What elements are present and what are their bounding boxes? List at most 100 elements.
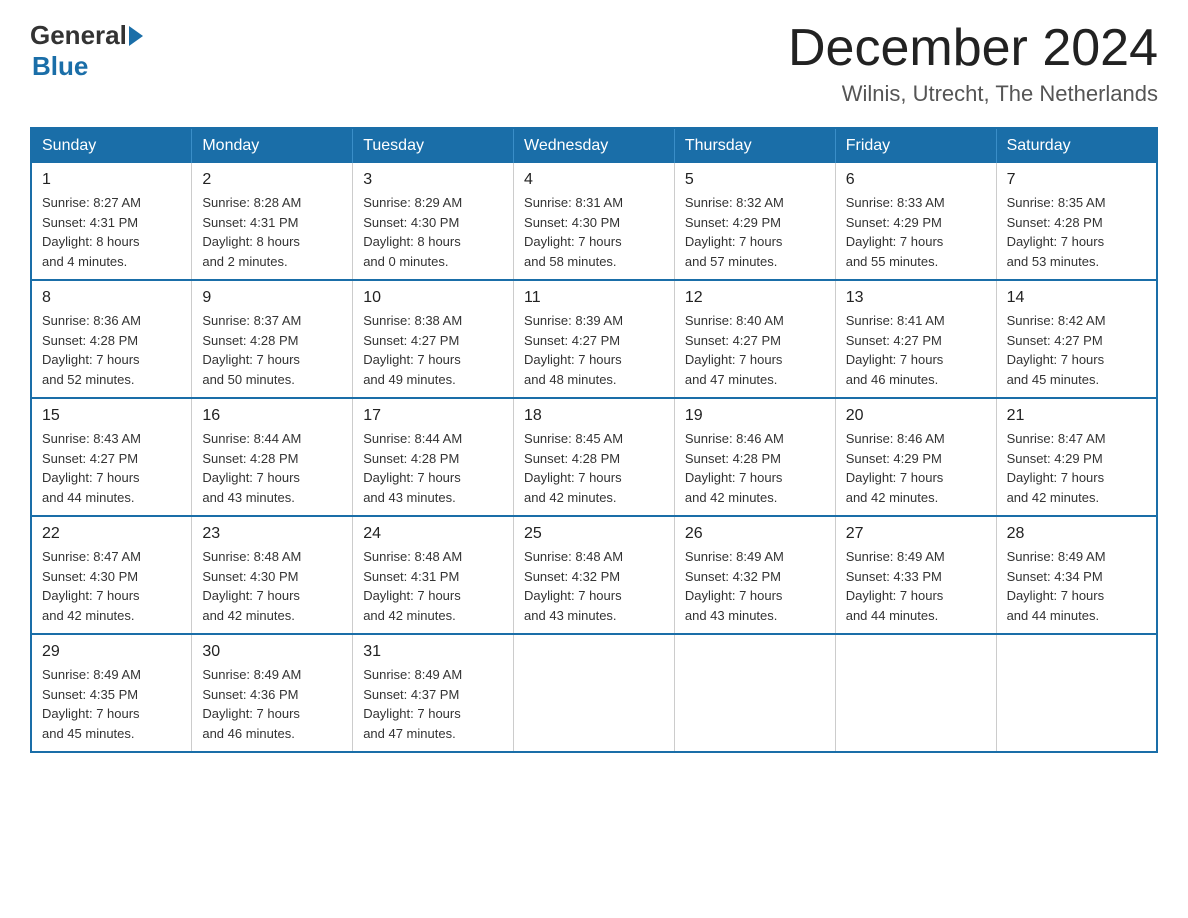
day-number: 11 [524, 289, 664, 307]
calendar-cell [514, 634, 675, 752]
calendar-cell: 22 Sunrise: 8:47 AM Sunset: 4:30 PM Dayli… [31, 516, 192, 634]
calendar-cell: 15 Sunrise: 8:43 AM Sunset: 4:27 PM Dayli… [31, 398, 192, 516]
day-number: 4 [524, 171, 664, 189]
calendar-week-1: 1 Sunrise: 8:27 AM Sunset: 4:31 PM Daylig… [31, 163, 1157, 280]
calendar-cell: 7Sunrise: 8:35 AM Sunset: 4:28 PM Daylig… [996, 163, 1157, 280]
day-number: 12 [685, 289, 825, 307]
day-info: Sunrise: 8:43 AM Sunset: 4:27 PM Dayligh… [42, 429, 181, 507]
day-info: Sunrise: 8:47 AM Sunset: 4:30 PM Dayligh… [42, 547, 181, 625]
day-number: 7 [1007, 171, 1146, 189]
calendar-cell: 13Sunrise: 8:41 AM Sunset: 4:27 PM Dayli… [835, 280, 996, 398]
calendar-cell: 27 Sunrise: 8:49 AM Sunset: 4:33 PM Dayli… [835, 516, 996, 634]
calendar-cell: 2 Sunrise: 8:28 AM Sunset: 4:31 PM Daylig… [192, 163, 353, 280]
day-info: Sunrise: 8:28 AM Sunset: 4:31 PM Dayligh… [202, 193, 342, 271]
calendar-cell: 21 Sunrise: 8:47 AM Sunset: 4:29 PM Dayli… [996, 398, 1157, 516]
day-number: 22 [42, 525, 181, 543]
calendar-cell: 31Sunrise: 8:49 AM Sunset: 4:37 PM Dayli… [353, 634, 514, 752]
day-number: 10 [363, 289, 503, 307]
calendar-cell [996, 634, 1157, 752]
calendar-cell: 17 Sunrise: 8:44 AM Sunset: 4:28 PM Dayli… [353, 398, 514, 516]
day-info: Sunrise: 8:36 AM Sunset: 4:28 PM Dayligh… [42, 311, 181, 389]
day-info: Sunrise: 8:48 AM Sunset: 4:30 PM Dayligh… [202, 547, 342, 625]
column-header-sunday: Sunday [31, 128, 192, 163]
day-info: Sunrise: 8:48 AM Sunset: 4:32 PM Dayligh… [524, 547, 664, 625]
column-header-monday: Monday [192, 128, 353, 163]
page-header: General Blue December 2024 Wilnis, Utrec… [30, 20, 1158, 107]
calendar-week-3: 15 Sunrise: 8:43 AM Sunset: 4:27 PM Dayli… [31, 398, 1157, 516]
column-header-thursday: Thursday [674, 128, 835, 163]
day-number: 8 [42, 289, 181, 307]
day-info: Sunrise: 8:49 AM Sunset: 4:35 PM Dayligh… [42, 665, 181, 743]
day-number: 3 [363, 171, 503, 189]
day-info: Sunrise: 8:49 AM Sunset: 4:34 PM Dayligh… [1007, 547, 1146, 625]
calendar-cell: 29 Sunrise: 8:49 AM Sunset: 4:35 PM Dayli… [31, 634, 192, 752]
day-number: 5 [685, 171, 825, 189]
calendar-cell: 1 Sunrise: 8:27 AM Sunset: 4:31 PM Daylig… [31, 163, 192, 280]
day-info: Sunrise: 8:47 AM Sunset: 4:29 PM Dayligh… [1007, 429, 1146, 507]
day-number: 21 [1007, 407, 1146, 425]
day-number: 14 [1007, 289, 1146, 307]
column-header-tuesday: Tuesday [353, 128, 514, 163]
logo-general-text: General [30, 20, 127, 51]
month-year-title: December 2024 [788, 20, 1158, 77]
calendar-cell [835, 634, 996, 752]
day-number: 29 [42, 643, 181, 661]
calendar-cell: 12 Sunrise: 8:40 AM Sunset: 4:27 PM Dayli… [674, 280, 835, 398]
day-number: 26 [685, 525, 825, 543]
location-subtitle: Wilnis, Utrecht, The Netherlands [788, 81, 1158, 107]
day-info: Sunrise: 8:27 AM Sunset: 4:31 PM Dayligh… [42, 193, 181, 271]
calendar-cell: 11 Sunrise: 8:39 AM Sunset: 4:27 PM Dayli… [514, 280, 675, 398]
calendar-cell: 6Sunrise: 8:33 AM Sunset: 4:29 PM Daylig… [835, 163, 996, 280]
day-number: 16 [202, 407, 342, 425]
day-info: Sunrise: 8:40 AM Sunset: 4:27 PM Dayligh… [685, 311, 825, 389]
day-info: Sunrise: 8:49 AM Sunset: 4:32 PM Dayligh… [685, 547, 825, 625]
day-number: 19 [685, 407, 825, 425]
calendar-cell: 14 Sunrise: 8:42 AM Sunset: 4:27 PM Dayli… [996, 280, 1157, 398]
day-info: Sunrise: 8:29 AM Sunset: 4:30 PM Dayligh… [363, 193, 503, 271]
day-number: 15 [42, 407, 181, 425]
day-info: Sunrise: 8:49 AM Sunset: 4:37 PM Dayligh… [363, 665, 503, 743]
logo: General Blue [30, 20, 145, 82]
calendar-body: 1 Sunrise: 8:27 AM Sunset: 4:31 PM Daylig… [31, 163, 1157, 752]
day-info: Sunrise: 8:45 AM Sunset: 4:28 PM Dayligh… [524, 429, 664, 507]
day-number: 30 [202, 643, 342, 661]
calendar-cell: 16Sunrise: 8:44 AM Sunset: 4:28 PM Dayli… [192, 398, 353, 516]
calendar-cell: 25 Sunrise: 8:48 AM Sunset: 4:32 PM Dayli… [514, 516, 675, 634]
calendar-table: SundayMondayTuesdayWednesdayThursdayFrid… [30, 127, 1158, 753]
day-info: Sunrise: 8:39 AM Sunset: 4:27 PM Dayligh… [524, 311, 664, 389]
day-info: Sunrise: 8:49 AM Sunset: 4:33 PM Dayligh… [846, 547, 986, 625]
day-info: Sunrise: 8:46 AM Sunset: 4:28 PM Dayligh… [685, 429, 825, 507]
calendar-cell: 23 Sunrise: 8:48 AM Sunset: 4:30 PM Dayli… [192, 516, 353, 634]
day-number: 18 [524, 407, 664, 425]
day-number: 17 [363, 407, 503, 425]
day-number: 20 [846, 407, 986, 425]
calendar-cell: 18 Sunrise: 8:45 AM Sunset: 4:28 PM Dayli… [514, 398, 675, 516]
day-number: 28 [1007, 525, 1146, 543]
day-info: Sunrise: 8:33 AM Sunset: 4:29 PM Dayligh… [846, 193, 986, 271]
column-header-wednesday: Wednesday [514, 128, 675, 163]
day-info: Sunrise: 8:44 AM Sunset: 4:28 PM Dayligh… [363, 429, 503, 507]
day-number: 9 [202, 289, 342, 307]
day-info: Sunrise: 8:49 AM Sunset: 4:36 PM Dayligh… [202, 665, 342, 743]
day-number: 1 [42, 171, 181, 189]
day-info: Sunrise: 8:48 AM Sunset: 4:31 PM Dayligh… [363, 547, 503, 625]
calendar-cell: 4Sunrise: 8:31 AM Sunset: 4:30 PM Daylig… [514, 163, 675, 280]
calendar-header: SundayMondayTuesdayWednesdayThursdayFrid… [31, 128, 1157, 163]
day-number: 27 [846, 525, 986, 543]
calendar-cell: 8 Sunrise: 8:36 AM Sunset: 4:28 PM Daylig… [31, 280, 192, 398]
calendar-cell: 28 Sunrise: 8:49 AM Sunset: 4:34 PM Dayli… [996, 516, 1157, 634]
day-number: 25 [524, 525, 664, 543]
day-info: Sunrise: 8:46 AM Sunset: 4:29 PM Dayligh… [846, 429, 986, 507]
logo-arrow-icon [129, 26, 143, 46]
day-number: 24 [363, 525, 503, 543]
day-info: Sunrise: 8:42 AM Sunset: 4:27 PM Dayligh… [1007, 311, 1146, 389]
calendar-cell: 24 Sunrise: 8:48 AM Sunset: 4:31 PM Dayli… [353, 516, 514, 634]
day-info: Sunrise: 8:38 AM Sunset: 4:27 PM Dayligh… [363, 311, 503, 389]
calendar-cell: 30 Sunrise: 8:49 AM Sunset: 4:36 PM Dayli… [192, 634, 353, 752]
day-number: 23 [202, 525, 342, 543]
column-header-friday: Friday [835, 128, 996, 163]
day-info: Sunrise: 8:32 AM Sunset: 4:29 PM Dayligh… [685, 193, 825, 271]
day-number: 2 [202, 171, 342, 189]
calendar-week-4: 22 Sunrise: 8:47 AM Sunset: 4:30 PM Dayli… [31, 516, 1157, 634]
title-block: December 2024 Wilnis, Utrecht, The Nethe… [788, 20, 1158, 107]
